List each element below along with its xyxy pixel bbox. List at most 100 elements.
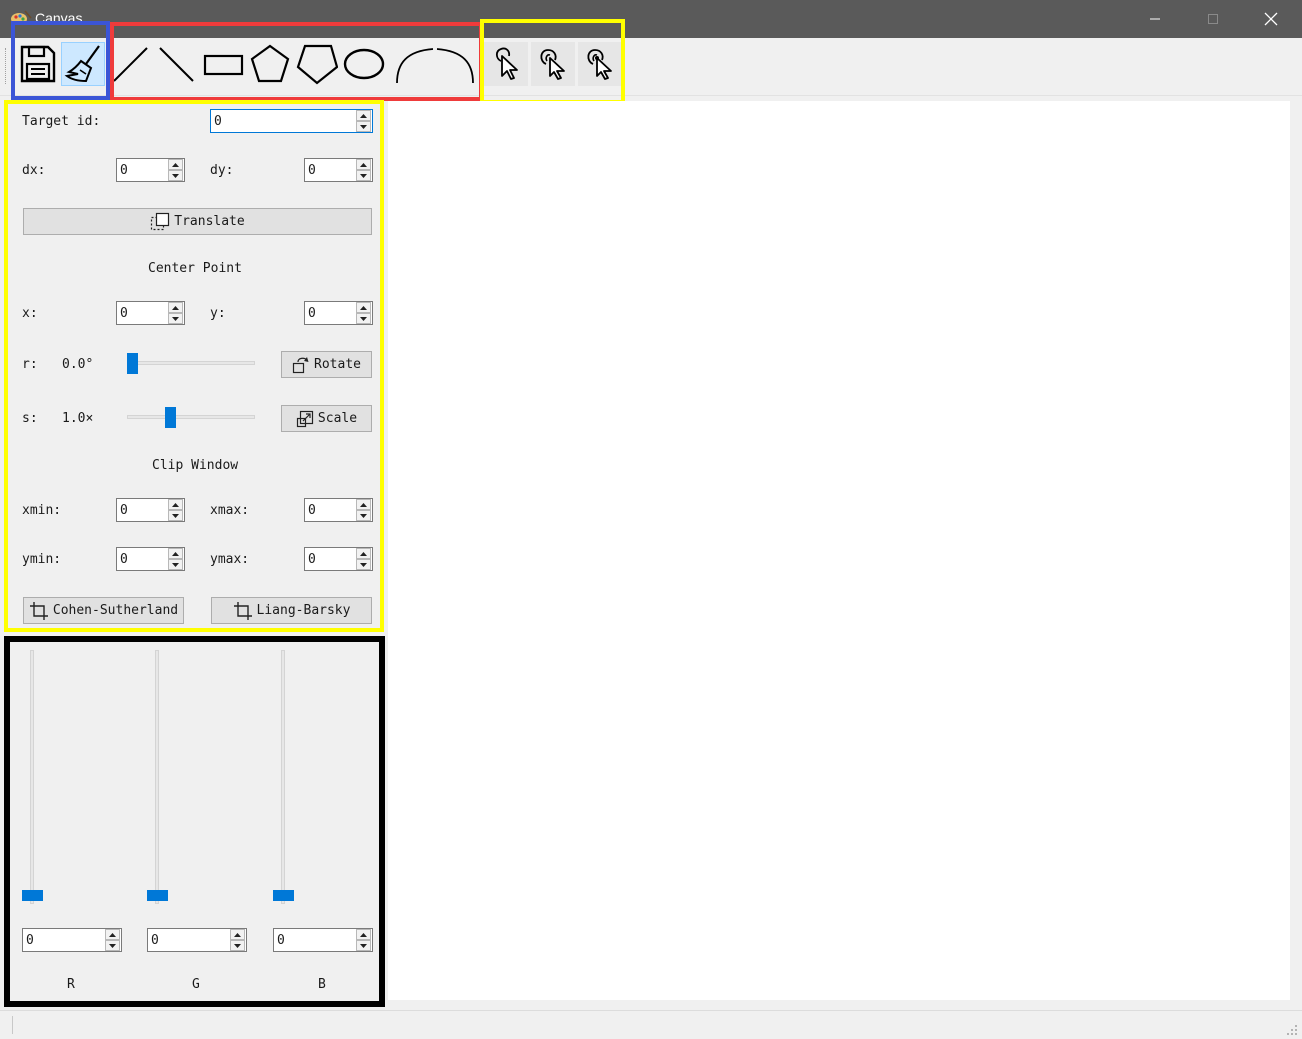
- red-slider-track[interactable]: [30, 650, 34, 904]
- rotate-button[interactable]: Rotate: [281, 351, 372, 378]
- draw-line-backward-button[interactable]: [154, 42, 198, 86]
- line-backward-icon: [159, 47, 194, 82]
- translate-button[interactable]: Translate: [23, 208, 372, 235]
- xmax-spinbox[interactable]: 0: [304, 498, 373, 522]
- window-title: Canvas: [35, 10, 83, 26]
- translate-icon: [151, 212, 170, 230]
- spin-down-arrow[interactable]: [168, 559, 183, 570]
- target-id-spinbox[interactable]: 0: [210, 109, 373, 133]
- blue-channel-label: B: [318, 977, 326, 992]
- xmax-label: xmax:: [210, 503, 250, 518]
- draw-polygon-button[interactable]: [295, 42, 339, 86]
- minimize-button[interactable]: [1126, 0, 1184, 38]
- select-button[interactable]: [484, 42, 528, 86]
- spin-down-arrow[interactable]: [230, 940, 245, 951]
- spin-up-arrow[interactable]: [356, 929, 371, 940]
- green-slider-handle[interactable]: [147, 890, 168, 901]
- cursor-click-icon: [540, 49, 565, 80]
- red-slider-handle[interactable]: [22, 890, 43, 901]
- draw-rectangle-button[interactable]: [201, 42, 245, 86]
- spin-up-arrow[interactable]: [168, 159, 183, 170]
- ymin-spinbox[interactable]: 0: [116, 547, 185, 571]
- drawing-canvas[interactable]: [388, 101, 1290, 1000]
- close-icon: [1264, 12, 1278, 26]
- liang-barsky-button[interactable]: Liang-Barsky: [211, 597, 372, 624]
- rotation-slider-track[interactable]: [127, 361, 255, 365]
- spin-up-arrow[interactable]: [356, 302, 371, 313]
- clear-button[interactable]: [61, 42, 105, 86]
- draw-curve-right-button[interactable]: [434, 42, 478, 86]
- spin-down-arrow[interactable]: [356, 313, 371, 324]
- spin-up-arrow[interactable]: [356, 159, 371, 170]
- dx-spinbox[interactable]: 0: [116, 158, 185, 182]
- cursor-double-click-icon: [587, 49, 612, 80]
- blue-spinbox[interactable]: 0: [273, 928, 373, 952]
- green-slider-track[interactable]: [155, 650, 159, 904]
- maximize-button[interactable]: [1184, 0, 1242, 38]
- crop-icon: [29, 601, 48, 620]
- double-click-select-button[interactable]: [578, 42, 622, 86]
- close-button[interactable]: [1242, 0, 1300, 38]
- red-channel-label: R: [67, 977, 75, 992]
- spin-up-arrow[interactable]: [105, 929, 120, 940]
- spin-down-arrow[interactable]: [356, 940, 371, 951]
- resize-grip-icon[interactable]: [1286, 1024, 1298, 1036]
- scale-slider-track[interactable]: [127, 415, 255, 419]
- draw-curve-left-button[interactable]: [392, 42, 436, 86]
- polygon-icon: [296, 44, 338, 85]
- spin-up-arrow[interactable]: [168, 302, 183, 313]
- spin-down-arrow[interactable]: [168, 170, 183, 181]
- draw-pentagon-button[interactable]: [248, 42, 292, 86]
- rotation-value: 0.0°: [62, 357, 94, 372]
- draw-line-forward-button[interactable]: [108, 42, 152, 86]
- xmin-spinbox[interactable]: 0: [116, 498, 185, 522]
- click-select-button[interactable]: [531, 42, 575, 86]
- blue-slider-track[interactable]: [281, 650, 285, 904]
- draw-ellipse-button[interactable]: [342, 42, 386, 86]
- rotation-slider-handle[interactable]: [127, 353, 138, 374]
- cohen-sutherland-button[interactable]: Cohen-Sutherland: [23, 597, 184, 624]
- spin-up-arrow[interactable]: [168, 499, 183, 510]
- cursor-select-icon: [495, 47, 518, 80]
- y-label: y:: [210, 306, 226, 321]
- dx-label: dx:: [22, 163, 46, 178]
- dy-spinbox[interactable]: 0: [304, 158, 373, 182]
- spin-up-arrow[interactable]: [356, 499, 371, 510]
- status-bar: [0, 1010, 1302, 1039]
- xmin-label: xmin:: [22, 503, 62, 518]
- center-x-spinbox[interactable]: 0: [116, 301, 185, 325]
- spin-down-arrow[interactable]: [356, 170, 371, 181]
- red-spinbox[interactable]: 0: [22, 928, 122, 952]
- curve-left-icon: [396, 48, 434, 84]
- ymax-spinbox[interactable]: 0: [304, 547, 373, 571]
- spin-up-arrow[interactable]: [356, 110, 371, 121]
- green-spinbox[interactable]: 0: [147, 928, 247, 952]
- spin-up-arrow[interactable]: [356, 548, 371, 559]
- scale-slider-handle[interactable]: [165, 407, 176, 428]
- spin-down-arrow[interactable]: [356, 121, 371, 132]
- curve-right-icon: [436, 48, 474, 84]
- spin-down-arrow[interactable]: [168, 313, 183, 324]
- dy-label: dy:: [210, 163, 234, 178]
- status-bar-separator: [12, 1016, 13, 1034]
- palette-app-icon: [11, 10, 32, 25]
- spin-down-arrow[interactable]: [168, 510, 183, 521]
- save-button[interactable]: [16, 42, 60, 86]
- scale-button[interactable]: Scale: [281, 405, 372, 432]
- scale-value: 1.0×: [62, 411, 94, 426]
- ymin-label: ymin:: [22, 552, 62, 567]
- clear-broom-icon: [64, 45, 100, 83]
- maximize-icon: [1208, 14, 1218, 24]
- title-bar: Canvas: [0, 0, 1302, 38]
- spin-down-arrow[interactable]: [105, 940, 120, 951]
- blue-slider-handle[interactable]: [273, 890, 294, 901]
- target-id-label: Target id:: [22, 114, 101, 129]
- spin-down-arrow[interactable]: [356, 510, 371, 521]
- toolbar-grip[interactable]: [5, 48, 8, 84]
- spin-up-arrow[interactable]: [230, 929, 245, 940]
- spin-up-arrow[interactable]: [168, 548, 183, 559]
- spin-down-arrow[interactable]: [356, 559, 371, 570]
- save-icon: [20, 45, 56, 83]
- rotate-icon: [292, 356, 309, 373]
- center-y-spinbox[interactable]: 0: [304, 301, 373, 325]
